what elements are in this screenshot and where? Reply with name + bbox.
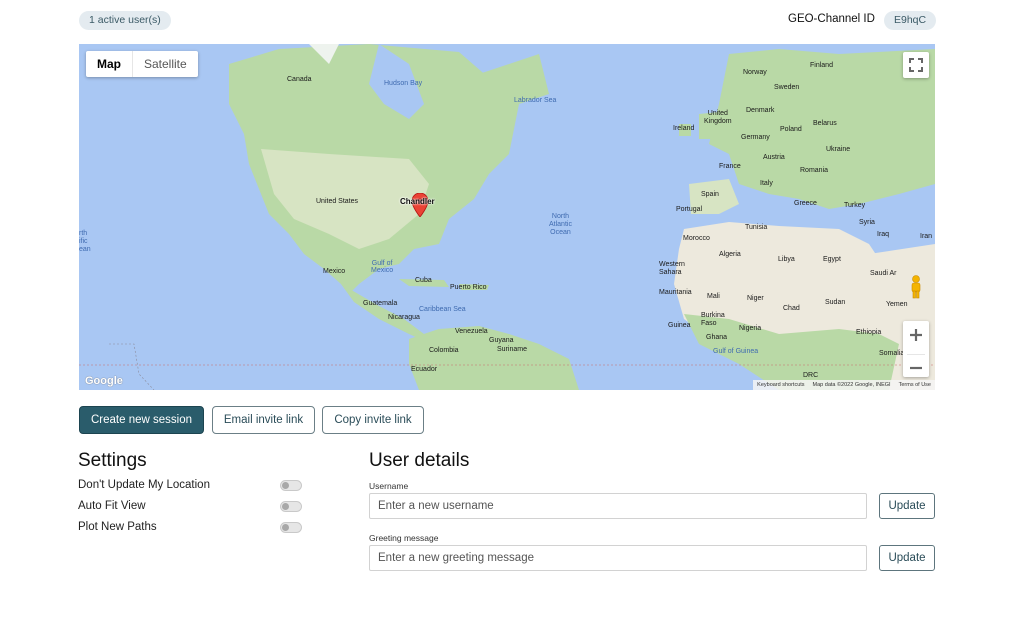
map-label-caribbean-sea: Caribbean Sea — [419, 306, 466, 313]
map-label-egypt: Egypt — [823, 256, 841, 263]
map-label-ethiopia: Ethiopia — [856, 329, 882, 336]
map-label-gulf-of-mexico: Gulf of Mexico — [371, 260, 394, 274]
map-label-sweden: Sweden — [774, 84, 800, 91]
fullscreen-icon — [909, 58, 923, 72]
map-footer: Keyboard shortcuts Map data ©2022 Google… — [753, 380, 935, 390]
map-label-united-kingdom: United Kingdom — [704, 110, 732, 125]
map-label-north-atlantic: North Atlantic Ocean — [549, 213, 572, 236]
marker-city-label: Chandler — [400, 197, 435, 206]
map[interactable]: Canada Hudson Bay Labrador Sea United St… — [79, 44, 935, 390]
map-label-mali: Mali — [707, 293, 720, 300]
map-label-guatemala: Guatemala — [363, 300, 398, 307]
map-label-nicaragua: Nicaragua — [388, 314, 420, 321]
map-label-mexico: Mexico — [323, 268, 346, 275]
map-label-italy: Italy — [760, 180, 773, 187]
street-view-pegman-icon[interactable] — [908, 275, 924, 299]
map-label-drc: DRC — [803, 372, 819, 379]
map-label-labrador-sea: Labrador Sea — [514, 97, 557, 104]
map-label-norway: Norway — [743, 69, 767, 76]
map-label-somalia: Somalia — [879, 350, 905, 357]
map-label-western-sahara: Western Sahara — [659, 261, 685, 276]
channel-id-label: GEO-Channel ID — [788, 13, 875, 25]
setting-toggle[interactable] — [280, 479, 302, 491]
setting-toggle[interactable] — [280, 521, 302, 533]
map-label-syria: Syria — [859, 219, 875, 226]
settings-title: Settings — [78, 450, 147, 471]
map-label-puerto-rico: Puerto Rico — [450, 284, 487, 291]
map-label-ireland: Ireland — [673, 125, 695, 132]
setting-label: Don't Update My Location — [78, 479, 210, 491]
setting-row-plot-new-paths: Plot New Paths — [78, 520, 302, 534]
username-input[interactable] — [369, 493, 867, 519]
email-invite-button[interactable]: Email invite link — [212, 406, 315, 434]
channel-id-badge: E9hqC — [884, 11, 937, 30]
map-label-guyana: Guyana — [489, 337, 514, 344]
map-label-niger: Niger — [747, 295, 764, 302]
map-label-saudi-arabia: Saudi Ar — [870, 270, 897, 277]
user-details-title: User details — [369, 450, 470, 471]
map-label-poland: Poland — [780, 126, 802, 133]
fullscreen-button[interactable] — [903, 52, 929, 78]
map-label-north-pacific: rth ific ean — [79, 230, 91, 253]
update-username-button[interactable]: Update — [879, 493, 935, 519]
map-label-gulf-of-guinea: Gulf of Guinea — [713, 348, 759, 355]
map-label-sudan: Sudan — [825, 299, 846, 306]
map-label-austria: Austria — [763, 154, 785, 161]
map-label-canada: Canada — [287, 76, 312, 83]
map-label-denmark: Denmark — [746, 107, 775, 114]
setting-label: Auto Fit View — [78, 500, 146, 512]
zoom-out-icon[interactable] — [903, 355, 929, 382]
map-label-united-states: United States — [316, 198, 359, 205]
map-label-algeria: Algeria — [719, 251, 741, 258]
map-label-romania: Romania — [800, 167, 829, 174]
map-label-suriname: Suriname — [497, 346, 527, 353]
setting-row-dont-update-location: Don't Update My Location — [78, 478, 302, 492]
map-type-map-button[interactable]: Map — [86, 51, 132, 77]
map-label-cuba: Cuba — [415, 277, 432, 284]
greeting-input[interactable] — [369, 545, 867, 571]
setting-row-auto-fit-view: Auto Fit View — [78, 499, 302, 513]
map-label-ecuador: Ecuador — [411, 366, 438, 373]
map-label-nigeria: Nigeria — [739, 325, 762, 332]
map-label-burkina-faso: Burkina Faso — [701, 312, 725, 327]
map-label-iraq: Iraq — [877, 231, 890, 238]
map-label-hudson-bay: Hudson Bay — [384, 80, 423, 87]
map-label-finland: Finland — [810, 62, 833, 69]
map-type-control: Map Satellite — [86, 51, 198, 77]
map-label-mauritania: Mauritania — [659, 289, 692, 296]
map-label-france: France — [719, 163, 741, 170]
map-label-spain: Spain — [701, 191, 719, 198]
map-type-satellite-button[interactable]: Satellite — [133, 51, 198, 77]
zoom-control — [903, 321, 929, 377]
map-label-ukraine: Ukraine — [826, 146, 851, 153]
map-label-tunisia: Tunisia — [745, 224, 768, 231]
map-label-portugal: Portugal — [676, 206, 703, 213]
setting-toggle[interactable] — [280, 500, 302, 512]
username-label: Username — [369, 481, 409, 491]
map-label-belarus: Belarus — [813, 120, 837, 127]
map-label-iran: Iran — [920, 233, 933, 240]
map-label-chad: Chad — [783, 305, 800, 312]
greeting-label: Greeting message — [369, 533, 439, 543]
map-label-libya: Libya — [778, 256, 795, 263]
map-label-turkey: Turkey — [844, 202, 866, 209]
zoom-in-icon[interactable] — [903, 321, 929, 349]
map-data-attribution: Map data ©2022 Google, INEGI — [812, 382, 891, 388]
setting-label: Plot New Paths — [78, 521, 157, 533]
map-label-yemen: Yemen — [886, 301, 908, 308]
map-label-germany: Germany — [741, 134, 770, 141]
map-label-morocco: Morocco — [683, 235, 710, 242]
active-users-badge: 1 active user(s) — [79, 11, 171, 30]
keyboard-shortcuts-link[interactable]: Keyboard shortcuts — [757, 380, 804, 390]
google-logo: Google — [85, 375, 123, 387]
terms-of-use-link[interactable]: Terms of Use — [899, 380, 931, 390]
map-label-greece: Greece — [794, 200, 817, 207]
map-label-ghana: Ghana — [706, 334, 728, 341]
map-label-venezuela: Venezuela — [455, 328, 488, 335]
map-label-guinea: Guinea — [668, 322, 691, 329]
copy-invite-button[interactable]: Copy invite link — [322, 406, 424, 434]
update-greeting-button[interactable]: Update — [879, 545, 935, 571]
create-session-button[interactable]: Create new session — [79, 406, 204, 434]
map-label-colombia: Colombia — [429, 347, 459, 354]
